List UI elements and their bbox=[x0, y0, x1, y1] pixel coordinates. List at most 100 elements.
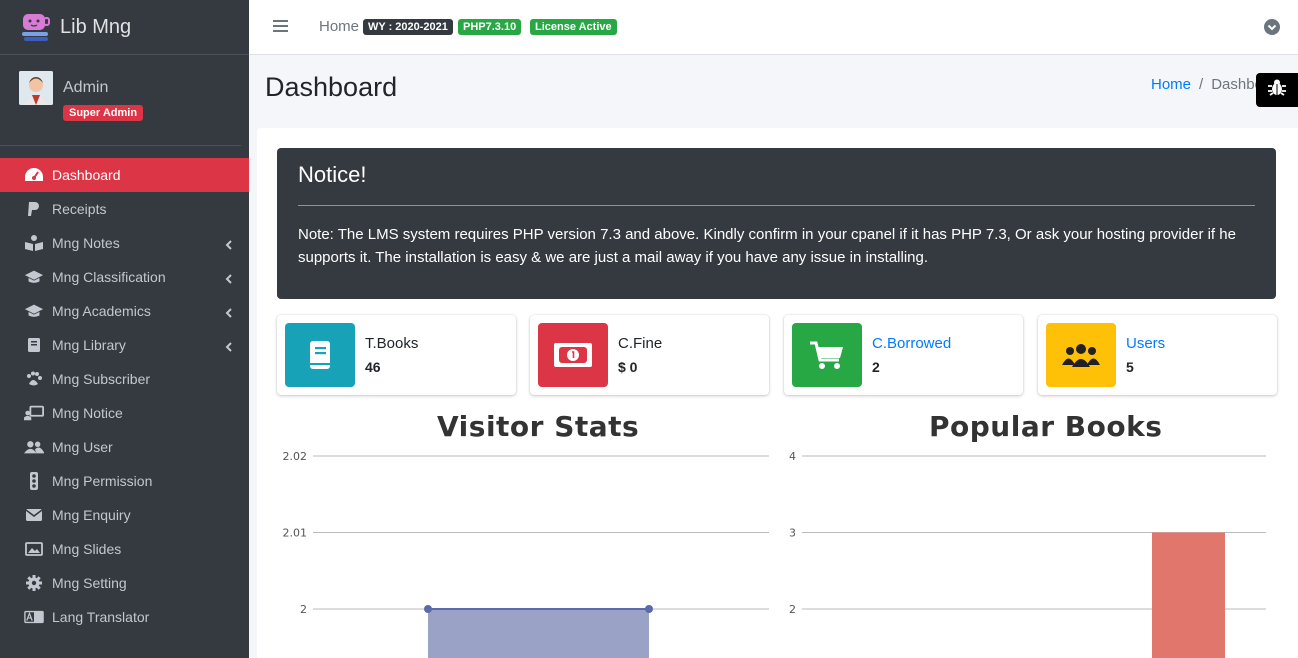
book-reader-icon bbox=[24, 234, 44, 252]
sidebar-item-dashboard[interactable]: Dashboard bbox=[0, 158, 249, 192]
sidebar-item-label: Mng Classification bbox=[52, 269, 166, 285]
notice-divider bbox=[298, 205, 1255, 206]
paw-icon bbox=[24, 370, 44, 388]
home-link[interactable]: Home bbox=[319, 18, 359, 35]
users-icon bbox=[1046, 323, 1116, 387]
chalkboard-teacher-icon bbox=[24, 404, 44, 422]
info-box-current-fine[interactable]: C.Fine $ 0 bbox=[530, 315, 769, 395]
role-badge: Super Admin bbox=[63, 105, 144, 121]
visitor-stats-chart: 2.02 2.01 2 bbox=[283, 450, 769, 658]
sidebar-nav: Dashboard Receipts Mng Notes Mng Classif… bbox=[0, 158, 249, 634]
sidebar-item-mng-setting[interactable]: Mng Setting bbox=[0, 566, 249, 600]
sidebar-item-mng-library[interactable]: Mng Library bbox=[0, 328, 249, 362]
info-box-label: T.Books bbox=[365, 335, 419, 352]
book-icon bbox=[24, 336, 44, 354]
visitor-stats-title: Visitor Stats bbox=[437, 410, 640, 443]
topbar: Home WY : 2020-2021 PHP7.3.10 License Ac… bbox=[249, 0, 1298, 55]
sidebar-item-label: Mng Slides bbox=[52, 541, 122, 557]
page-title: Dashboard bbox=[265, 72, 398, 102]
traffic-light-icon bbox=[24, 472, 44, 490]
avatar[interactable] bbox=[19, 71, 53, 105]
info-box-total-books[interactable]: T.Books 46 bbox=[277, 315, 516, 395]
sidebar-item-mng-enquiry[interactable]: Mng Enquiry bbox=[0, 498, 249, 532]
brand[interactable]: Lib Mng bbox=[0, 0, 249, 55]
sidebar-item-mng-notes[interactable]: Mng Notes bbox=[0, 226, 249, 260]
info-box-value: $ 0 bbox=[618, 359, 638, 375]
bar bbox=[1152, 532, 1225, 658]
popular-books-title: Popular Books bbox=[929, 410, 1163, 443]
notice-title: Notice! bbox=[298, 162, 367, 187]
y-tick-label: 2 bbox=[300, 603, 307, 616]
brand-logo-icon bbox=[20, 11, 52, 43]
sidebar-item-mng-subscriber[interactable]: Mng Subscriber bbox=[0, 362, 249, 396]
hamburger-menu-icon[interactable] bbox=[273, 19, 288, 38]
sidebar-item-label: Receipts bbox=[52, 201, 107, 217]
sidebar-item-label: Mng Notes bbox=[52, 235, 120, 251]
popular-books-chart: 4 3 2 bbox=[789, 450, 1266, 658]
user-panel: Admin Super Admin bbox=[0, 55, 241, 146]
graduation-cap-icon bbox=[24, 268, 44, 286]
info-box-label: C.Fine bbox=[618, 335, 663, 352]
sidebar-item-label: Mng User bbox=[52, 439, 113, 455]
book-icon bbox=[285, 323, 355, 387]
info-box-users[interactable]: Users 5 bbox=[1038, 315, 1277, 395]
money-bill-icon bbox=[538, 323, 608, 387]
license-badge: License Active bbox=[530, 19, 617, 35]
sidebar-item-label: Mng Enquiry bbox=[52, 507, 131, 523]
sidebar: Lib Mng Admin Super Admin Dashboard Rece… bbox=[0, 0, 249, 658]
graduation-cap-icon bbox=[24, 302, 44, 320]
y-tick-label: 4 bbox=[789, 450, 796, 463]
sidebar-item-mng-notice[interactable]: Mng Notice bbox=[0, 396, 249, 430]
info-box-value: 2 bbox=[872, 359, 880, 375]
notice-callout: Notice! Note: The LMS system requires PH… bbox=[277, 148, 1276, 299]
notice-text: Note: The LMS system requires PHP versio… bbox=[298, 226, 1236, 266]
brand-name: Lib Mng bbox=[60, 15, 132, 38]
sidebar-item-label: Mng Academics bbox=[52, 303, 151, 319]
sidebar-item-label: Mng Permission bbox=[52, 473, 153, 489]
paypal-icon bbox=[24, 200, 44, 218]
sidebar-item-label: Lang Translator bbox=[52, 609, 150, 625]
shopping-cart-icon bbox=[792, 323, 862, 387]
chevron-left-icon bbox=[225, 339, 233, 355]
visitor-area bbox=[428, 609, 649, 658]
chevron-left-icon bbox=[225, 271, 233, 287]
data-point bbox=[645, 605, 653, 613]
sidebar-item-lang-translator[interactable]: Lang Translator bbox=[0, 600, 249, 634]
info-box-currently-borrowed[interactable]: C.Borrowed 2 bbox=[784, 315, 1023, 395]
users-icon bbox=[24, 438, 44, 456]
chevron-circle-down-icon[interactable] bbox=[1264, 19, 1280, 40]
user-name[interactable]: Admin bbox=[63, 79, 108, 97]
sidebar-item-mng-permission[interactable]: Mng Permission bbox=[0, 464, 249, 498]
year-badge: WY : 2020-2021 bbox=[363, 19, 453, 35]
breadcrumb-home-link[interactable]: Home bbox=[1151, 76, 1191, 93]
y-tick-label: 3 bbox=[789, 527, 796, 540]
info-box-value: 5 bbox=[1126, 359, 1134, 375]
php-version-badge: PHP7.3.10 bbox=[458, 19, 522, 35]
chevron-left-icon bbox=[225, 237, 233, 253]
image-icon bbox=[24, 540, 44, 558]
chevron-left-icon bbox=[225, 305, 233, 321]
sidebar-item-mng-user[interactable]: Mng User bbox=[0, 430, 249, 464]
language-icon bbox=[24, 608, 44, 626]
y-tick-label: 2.02 bbox=[283, 450, 308, 463]
info-box-label[interactable]: C.Borrowed bbox=[872, 335, 951, 352]
sidebar-item-mng-slides[interactable]: Mng Slides bbox=[0, 532, 249, 566]
bug-icon bbox=[1267, 79, 1287, 102]
data-point bbox=[424, 605, 432, 613]
sidebar-item-mng-academics[interactable]: Mng Academics bbox=[0, 294, 249, 328]
gear-icon bbox=[24, 574, 44, 592]
envelope-icon bbox=[24, 506, 44, 524]
sidebar-item-label: Mng Subscriber bbox=[52, 371, 151, 387]
sidebar-item-label: Mng Library bbox=[52, 337, 126, 353]
sidebar-item-receipts[interactable]: Receipts bbox=[0, 192, 249, 226]
y-tick-label: 2 bbox=[789, 603, 796, 616]
sidebar-item-label: Mng Setting bbox=[52, 575, 127, 591]
sidebar-item-label: Dashboard bbox=[52, 167, 121, 183]
sidebar-item-label: Mng Notice bbox=[52, 405, 123, 421]
bug-report-button[interactable] bbox=[1256, 73, 1298, 107]
sidebar-item-mng-classification[interactable]: Mng Classification bbox=[0, 260, 249, 294]
breadcrumb-separator: / bbox=[1199, 76, 1204, 93]
tachometer-icon bbox=[24, 166, 44, 184]
y-tick-label: 2.01 bbox=[283, 527, 308, 540]
info-box-label[interactable]: Users bbox=[1126, 335, 1165, 352]
